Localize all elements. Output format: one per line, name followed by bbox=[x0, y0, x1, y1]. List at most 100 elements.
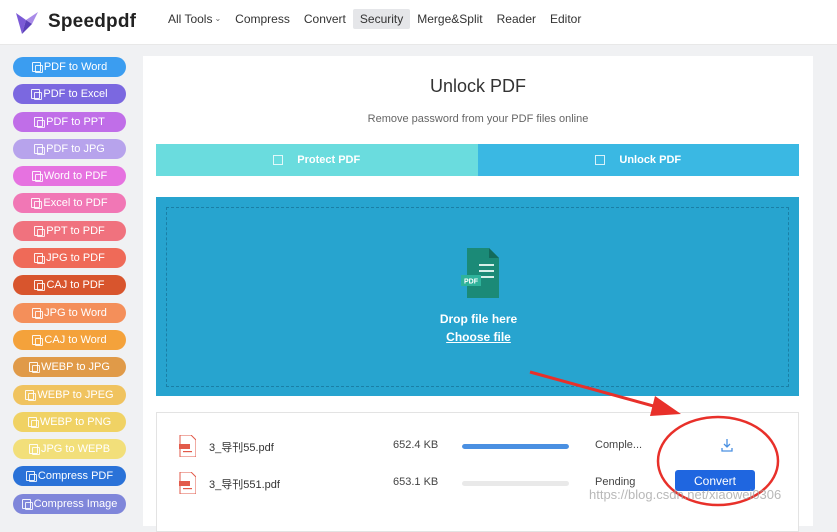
speedpdf-logo-icon bbox=[16, 12, 38, 34]
pdf-file-icon bbox=[179, 435, 196, 457]
sidebar-item-label: PDF to JPG bbox=[46, 142, 105, 155]
sidebar-item-label: WEBP to JPG bbox=[41, 361, 110, 374]
file-size: 653.1 KB bbox=[393, 476, 439, 488]
page-subtitle: Remove password from your PDF files onli… bbox=[367, 113, 589, 125]
nav-reader[interactable]: Reader bbox=[490, 9, 543, 29]
progress-fill bbox=[462, 444, 569, 449]
document-icon bbox=[32, 307, 44, 319]
document-icon bbox=[34, 280, 46, 292]
sidebar-item-word-to-pdf[interactable]: Word to PDF bbox=[13, 166, 126, 187]
tab-protect-pdf[interactable]: Protect PDF bbox=[156, 144, 478, 176]
document-icon bbox=[25, 389, 37, 401]
dropzone-border[interactable]: PDF Drop file here Choose file bbox=[166, 207, 789, 387]
sidebar-item-excel-to-pdf[interactable]: Excel to PDF bbox=[13, 193, 126, 214]
file-name: 3_导刊55.pdf bbox=[209, 442, 274, 454]
document-icon bbox=[31, 62, 43, 73]
document-icon bbox=[32, 334, 44, 346]
sidebar-item-pdf-to-word[interactable]: PDF to Word bbox=[13, 57, 126, 77]
watermark: https://blog.csdn.net/xiaowei0306 bbox=[589, 487, 782, 502]
document-icon bbox=[21, 498, 33, 510]
document-icon bbox=[31, 171, 43, 183]
sidebar-item-caj-to-word[interactable]: CAJ to Word bbox=[13, 329, 126, 350]
document-icon bbox=[29, 362, 41, 374]
sidebar-item-label: WEBP to PNG bbox=[39, 415, 112, 428]
nav-label: Security bbox=[359, 12, 404, 26]
file-list: 3_导刊55.pdf 652.4 KB Comple... 3_导刊551.pd… bbox=[156, 412, 799, 532]
nav-label: Compress bbox=[235, 12, 290, 26]
sidebar-item-caj-to-pdf[interactable]: CAJ to PDF bbox=[13, 275, 126, 296]
document-icon bbox=[31, 198, 43, 210]
document-icon bbox=[31, 89, 43, 101]
sidebar-item-label: Excel to PDF bbox=[43, 197, 108, 210]
sidebar-item-label: WEBP to JPEG bbox=[37, 388, 114, 401]
progress-bar bbox=[462, 444, 569, 449]
sidebar-item-label: Compress Image bbox=[33, 497, 118, 510]
nav-label: Editor bbox=[549, 12, 582, 26]
sidebar-item-label: PDF to Word bbox=[43, 61, 108, 73]
pdf-icon-label: PDF bbox=[464, 279, 479, 286]
main-panel: Unlock PDF Remove password from your PDF… bbox=[143, 56, 813, 532]
unlock-icon bbox=[595, 155, 606, 165]
pdf-file-icon: PDF bbox=[461, 248, 499, 298]
drop-file-text: Drop file here bbox=[439, 312, 518, 326]
sidebar-item-webp-to-png[interactable]: WEBP to PNG bbox=[13, 411, 126, 432]
nav-compress[interactable]: Compress bbox=[228, 9, 297, 29]
tool-tabs: Protect PDF Unlock PDF bbox=[156, 144, 799, 176]
nav-all-tools[interactable]: All Tools ⌄ bbox=[161, 9, 228, 29]
document-icon bbox=[34, 116, 46, 128]
nav-label: All Tools bbox=[168, 12, 213, 26]
sidebar-item-compress-image[interactable]: Compress Image bbox=[13, 493, 126, 514]
tab-label: Protect PDF bbox=[297, 154, 361, 166]
sidebar-item-label: JPG to PDF bbox=[46, 252, 105, 265]
pdf-file-icon bbox=[179, 472, 196, 494]
dropzone[interactable]: PDF Drop file here Choose file bbox=[156, 197, 799, 396]
sidebar-item-jpg-to-wepb[interactable]: JPG to WEPB bbox=[13, 439, 126, 460]
file-size: 652.4 KB bbox=[393, 439, 439, 451]
nav-security[interactable]: Security bbox=[352, 9, 411, 29]
sidebar-item-pdf-to-jpg[interactable]: PDF to JPG bbox=[13, 138, 126, 159]
file-name: 3_导刊551.pdf bbox=[209, 479, 280, 491]
sidebar-item-pdf-to-ppt[interactable]: PDF to PPT bbox=[13, 111, 126, 132]
tab-label: Unlock PDF bbox=[619, 154, 682, 166]
document-icon bbox=[34, 225, 46, 237]
nav-convert[interactable]: Convert bbox=[297, 9, 353, 29]
sidebar-item-label: Word to PDF bbox=[43, 170, 108, 183]
nav-label: Convert bbox=[303, 12, 346, 26]
main-nav: All Tools ⌄ Compress Convert Security Mer… bbox=[161, 9, 588, 29]
document-icon bbox=[27, 416, 39, 428]
sidebar-item-label: PDF to Excel bbox=[43, 88, 108, 101]
chevron-down-icon: ⌄ bbox=[214, 14, 222, 23]
sidebar-item-label: Compress PDF bbox=[37, 470, 114, 483]
nav-merge-split[interactable]: Merge&Split bbox=[410, 9, 489, 29]
sidebar-item-label: JPG to Word bbox=[44, 306, 107, 319]
sidebar-item-label: PDF to PPT bbox=[46, 115, 105, 128]
download-icon[interactable] bbox=[721, 438, 733, 452]
sidebar-item-label: JPG to WEPB bbox=[40, 443, 111, 456]
logo[interactable]: Speedpdf bbox=[12, 8, 136, 36]
sidebar-item-jpg-to-pdf[interactable]: JPG to PDF bbox=[13, 248, 126, 269]
sidebar-item-label: CAJ to PDF bbox=[46, 279, 105, 292]
document-icon bbox=[28, 444, 40, 456]
sidebar-item-webp-to-jpeg[interactable]: WEBP to JPEG bbox=[13, 384, 126, 405]
tab-unlock-pdf[interactable]: Unlock PDF bbox=[477, 144, 799, 176]
sidebar-item-ppt-to-pdf[interactable]: PPT to PDF bbox=[13, 220, 126, 241]
app-name: Speedpdf bbox=[48, 11, 137, 32]
sidebar-item-pdf-to-excel[interactable]: PDF to Excel bbox=[13, 84, 126, 105]
nav-label: Reader bbox=[496, 12, 536, 26]
nav-label: Merge&Split bbox=[417, 12, 483, 26]
document-icon bbox=[25, 471, 37, 483]
file-row: 3_导刊55.pdf 652.4 KB Comple... bbox=[157, 431, 800, 461]
file-status: Comple... bbox=[595, 439, 643, 451]
page-title: Unlock PDF bbox=[429, 76, 527, 96]
tool-sidebar: PDF to Word PDF to Excel PDF to PPT PDF to … bbox=[13, 57, 126, 521]
sidebar-item-label: CAJ to Word bbox=[44, 333, 107, 346]
choose-file-link[interactable]: Choose file bbox=[167, 330, 790, 344]
document-icon bbox=[34, 143, 46, 155]
document-icon bbox=[34, 253, 46, 265]
sidebar-item-jpg-to-word[interactable]: JPG to Word bbox=[13, 302, 126, 323]
sidebar-item-label: PPT to PDF bbox=[46, 224, 105, 237]
nav-editor[interactable]: Editor bbox=[543, 9, 588, 29]
sidebar-item-compress-pdf[interactable]: Compress PDF bbox=[13, 466, 126, 487]
progress-bar bbox=[462, 481, 569, 486]
sidebar-item-webp-to-jpg[interactable]: WEBP to JPG bbox=[13, 357, 126, 378]
